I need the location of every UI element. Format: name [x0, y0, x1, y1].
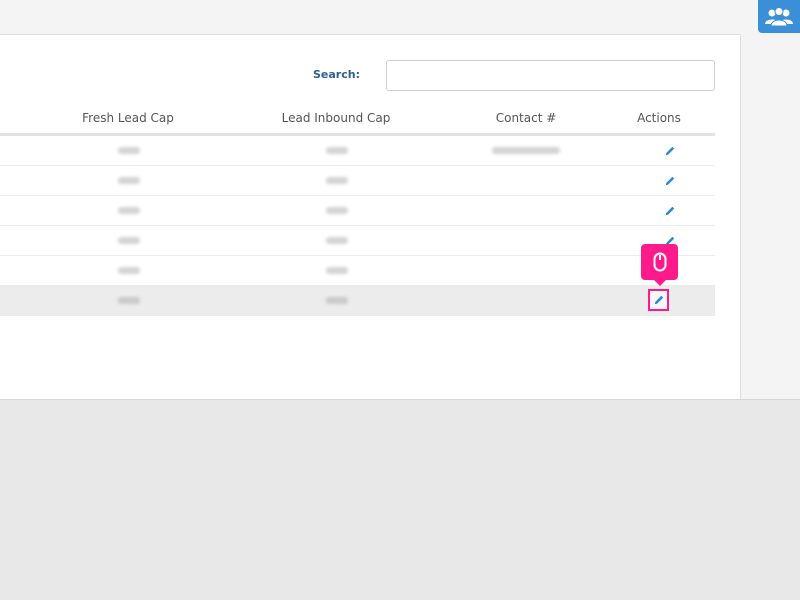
click-target-highlight[interactable]	[648, 289, 669, 311]
search-input[interactable]	[386, 60, 715, 91]
lead-inbound-cap-cell	[326, 237, 348, 244]
lead-inbound-cap-cell	[326, 147, 348, 154]
pencil-icon[interactable]	[664, 205, 676, 217]
actions-cell	[625, 136, 715, 166]
users-menu-button[interactable]	[758, 0, 800, 33]
fresh-lead-cap-cell	[118, 237, 140, 244]
fresh-lead-cap-cell	[118, 207, 140, 214]
table-row	[0, 196, 715, 226]
table-row	[0, 226, 715, 256]
column-header-contact[interactable]: Contact #	[466, 111, 586, 125]
lead-inbound-cap-cell	[326, 207, 348, 214]
table-row	[0, 166, 715, 196]
table-row-selected	[0, 286, 715, 316]
users-icon	[765, 6, 793, 26]
column-header-actions: Actions	[637, 111, 681, 125]
lead-inbound-cap-cell	[326, 267, 348, 274]
search-label: Search:	[313, 68, 360, 81]
fresh-lead-cap-cell	[118, 177, 140, 184]
click-indicator	[641, 244, 678, 286]
contact-cell	[492, 147, 560, 154]
table-row	[0, 136, 715, 166]
actions-cell	[625, 166, 715, 196]
lead-inbound-cap-cell	[326, 177, 348, 184]
mouse-icon	[653, 252, 666, 272]
pencil-icon[interactable]	[653, 294, 665, 306]
actions-cell	[625, 196, 715, 226]
pencil-icon[interactable]	[664, 145, 676, 157]
fresh-lead-cap-cell	[118, 297, 140, 304]
column-header-fresh-lead-cap[interactable]: Fresh Lead Cap	[68, 111, 188, 125]
pencil-icon[interactable]	[664, 175, 676, 187]
fresh-lead-cap-cell	[118, 147, 140, 154]
divider	[0, 399, 800, 400]
fresh-lead-cap-cell	[118, 267, 140, 274]
table-row	[0, 256, 715, 286]
lead-inbound-cap-cell	[326, 297, 348, 304]
column-header-lead-inbound-cap[interactable]: Lead Inbound Cap	[266, 111, 406, 125]
